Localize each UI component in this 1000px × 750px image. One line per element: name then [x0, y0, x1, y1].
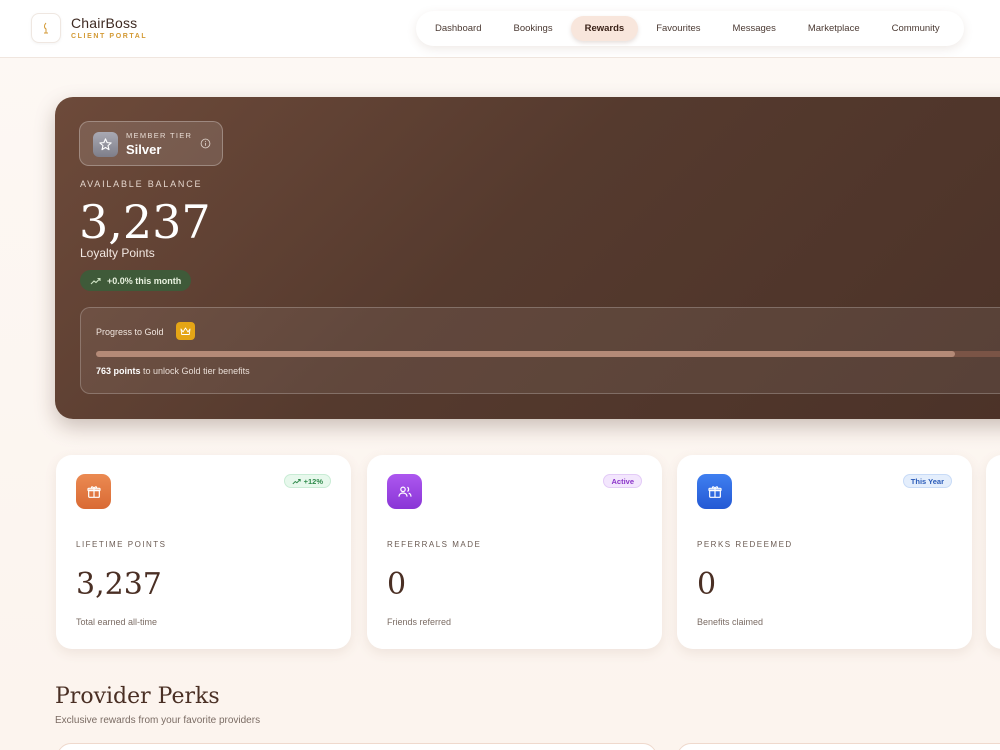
referrals-card: Active REFERRALS MADE 0 Friends referred — [367, 455, 662, 649]
chair-logo-icon — [44, 22, 48, 34]
card-value: 0 — [697, 567, 717, 602]
main-nav: Dashboard Bookings Rewards Favourites Me… — [416, 11, 964, 46]
member-tier-chip[interactable]: MEMBER TIER Silver — [79, 121, 223, 166]
section-subtitle: Exclusive rewards from your favorite pro… — [55, 715, 261, 726]
balance-unit: Loyalty Points — [80, 246, 155, 260]
progress-note-suffix: to unlock Gold tier benefits — [143, 366, 250, 376]
growth-badge: +12% — [283, 474, 331, 488]
nav-item-messages[interactable]: Messages — [719, 16, 790, 41]
trend-text: +0.0% this month — [107, 275, 182, 286]
nav-item-favourites[interactable]: Favourites — [642, 16, 714, 41]
top-bar: ChairBoss CLIENT PORTAL Dashboard Bookin… — [0, 0, 1000, 58]
card-label: PERKS REDEEMED — [697, 540, 793, 549]
balance-hero: MEMBER TIER Silver AVAILABLE BALANCE 3,2… — [55, 97, 1000, 419]
nav-item-community[interactable]: Community — [878, 16, 954, 41]
brand-subtitle: CLIENT PORTAL — [71, 33, 148, 40]
status-badge: Active — [603, 474, 642, 488]
card-label: LIFETIME POINTS — [76, 540, 167, 549]
users-icon — [387, 474, 422, 509]
crown-icon — [176, 322, 195, 340]
gift-icon — [697, 474, 732, 509]
stat-card-partial — [986, 455, 1000, 649]
nav-item-bookings[interactable]: Bookings — [499, 16, 566, 41]
nav-item-marketplace[interactable]: Marketplace — [794, 16, 874, 41]
card-value: 0 — [387, 567, 407, 602]
progress-note: 763 points to unlock Gold tier benefits — [96, 366, 250, 376]
badge-text: +12% — [303, 476, 323, 486]
progress-fill — [96, 351, 955, 357]
perk-card[interactable] — [57, 743, 657, 750]
nav-item-rewards[interactable]: Rewards — [570, 16, 639, 41]
tier-value: Silver — [126, 142, 162, 157]
card-value: 3,237 — [76, 567, 162, 602]
trend-badge: +0.0% this month — [80, 270, 192, 291]
perks-redeemed-card: This Year PERKS REDEEMED 0 Benefits clai… — [677, 455, 972, 649]
brand-logo[interactable] — [31, 13, 61, 43]
balance-value: 3,237 — [79, 195, 211, 249]
available-balance-label: AVAILABLE BALANCE — [80, 179, 203, 189]
points-needed: 763 points — [96, 366, 141, 376]
card-note: Benefits claimed — [697, 617, 764, 627]
perk-card[interactable] — [677, 743, 1000, 750]
card-label: REFERRALS MADE — [387, 540, 482, 549]
progress-title: Progress to Gold — [96, 327, 164, 337]
period-badge: This Year — [902, 474, 952, 488]
lifetime-points-card: +12% LIFETIME POINTS 3,237 Total earned … — [56, 455, 351, 649]
gold-progress-bar — [96, 351, 1000, 357]
trending-up-icon — [292, 478, 301, 484]
section-title: Provider Perks — [55, 684, 220, 709]
progress-card: Progress to Gold 763 points to unlock Go… — [80, 307, 1000, 394]
star-icon — [93, 132, 118, 157]
card-note: Friends referred — [387, 617, 452, 627]
gift-icon — [76, 474, 111, 509]
tier-label: MEMBER TIER — [126, 131, 193, 140]
brand-name: ChairBoss — [71, 15, 138, 31]
info-icon[interactable] — [200, 138, 211, 149]
trending-up-icon — [90, 277, 101, 284]
card-note: Total earned all-time — [76, 617, 158, 627]
nav-item-dashboard[interactable]: Dashboard — [421, 16, 495, 41]
